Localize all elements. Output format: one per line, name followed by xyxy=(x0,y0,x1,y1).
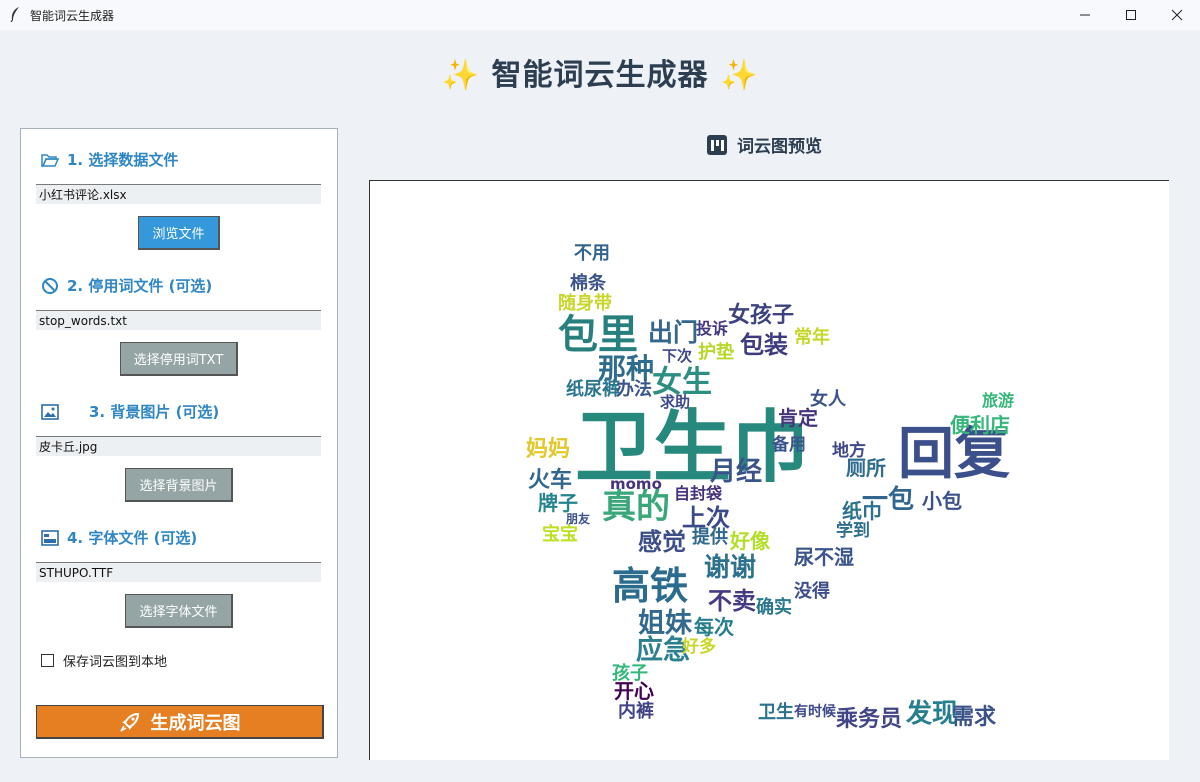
wordcloud-word: 便利店 xyxy=(950,413,1010,437)
select-stopwords-button[interactable]: 选择停用词TXT xyxy=(120,342,238,376)
page-title-text: 智能词云生成器 xyxy=(491,58,709,93)
wordcloud-word: 不卖 xyxy=(708,587,756,615)
font-icon xyxy=(41,529,59,547)
wordcloud-word: 确实 xyxy=(756,597,792,618)
wordcloud-word: 包装 xyxy=(740,331,788,359)
section-label: 1. 选择数据文件 xyxy=(67,151,179,169)
wordcloud-word: 妈妈 xyxy=(526,437,571,462)
wordcloud-word: 好多 xyxy=(682,637,716,657)
wordcloud-word: 纸巾 xyxy=(842,499,882,523)
wordcloud-word: 办法 xyxy=(616,379,652,400)
wordcloud-word: 没得 xyxy=(794,581,830,602)
wordcloud-word: 好像 xyxy=(730,529,770,553)
generate-button[interactable]: 生成词云图 xyxy=(36,705,324,739)
save-option[interactable]: 保存词云图到本地 xyxy=(41,651,167,670)
preview-title-text: 词云图预览 xyxy=(737,137,822,157)
wordcloud-word: momo xyxy=(610,475,662,493)
window-title: 智能词云生成器 xyxy=(30,9,115,23)
minimize-button[interactable] xyxy=(1062,0,1108,30)
section-font-title: 4. 字体文件 (可选) xyxy=(41,527,197,548)
section-background-title: 3. 背景图片 (可选) xyxy=(41,401,219,422)
section-stopwords-title: 2. 停用词文件 (可选) xyxy=(41,275,212,296)
select-background-button[interactable]: 选择背景图片 xyxy=(125,468,233,502)
wordcloud-word: 常年 xyxy=(794,327,830,348)
wordcloud-word: 不用 xyxy=(574,243,610,264)
save-checkbox[interactable] xyxy=(41,654,54,667)
wordcloud-word: 出门 xyxy=(648,318,699,347)
wordcloud-word: 发现 xyxy=(906,699,959,729)
stopwords-file-input[interactable] xyxy=(36,310,321,330)
prohibited-icon xyxy=(41,277,59,295)
wordcloud-word: 随身带 xyxy=(558,293,612,314)
wordcloud-word: 地方 xyxy=(832,441,866,461)
wordcloud-word: 求助 xyxy=(660,393,691,411)
wordcloud-word: 女孩子 xyxy=(728,303,795,328)
wordcloud-word: 学到 xyxy=(836,521,870,541)
wordcloud-word: 开心 xyxy=(614,679,654,703)
wordcloud-word: 护垫 xyxy=(698,342,734,363)
window-titlebar: 智能词云生成器 xyxy=(0,0,1200,30)
wordcloud-word: 朋友 xyxy=(566,512,591,526)
page-title: ✨ 智能词云生成器 ✨ xyxy=(0,50,1200,94)
close-button[interactable] xyxy=(1154,0,1200,30)
wordcloud-word: 备用 xyxy=(772,435,806,455)
maximize-icon xyxy=(1126,10,1136,20)
wordcloud-word: 真的 xyxy=(602,487,670,527)
wordcloud-word: 姐妹 xyxy=(638,608,692,639)
wordcloud-word: 宝宝 xyxy=(542,524,578,545)
wordcloud-word: 乘务员 xyxy=(836,707,903,732)
wordcloud-canvas: 卫生巾 回复 包里 高铁 真的 女生 那种 月经 姐妹 应急 谢谢 感觉 出门 包装 女孩子 发现 需求 乘务员一… xyxy=(369,180,1169,760)
font-file-input[interactable] xyxy=(36,562,321,582)
browse-file-button[interactable]: 浏览文件 xyxy=(138,216,220,250)
wordcloud-word: 需求 xyxy=(952,705,997,730)
wordcloud-word: 火车 xyxy=(528,468,573,493)
wordcloud-word: 每次 xyxy=(694,615,734,639)
folder-open-icon xyxy=(41,151,59,169)
wordcloud-word: 纸尿裤 xyxy=(566,379,620,400)
wordcloud-word: 厕所 xyxy=(846,456,886,480)
wordcloud-word: 谢谢 xyxy=(704,553,757,583)
wordcloud-word: 孩子 xyxy=(612,663,648,684)
wordcloud-word: 高铁 xyxy=(612,564,689,608)
wordcloud-word: 有时候 xyxy=(794,704,836,720)
sparkle-icon: ✨ xyxy=(719,58,759,93)
chart-icon xyxy=(707,134,727,155)
save-option-label: 保存词云图到本地 xyxy=(63,655,168,670)
wordcloud-word: 投诉 xyxy=(696,319,729,338)
preview-title: 词云图预览 xyxy=(706,132,822,157)
wordcloud-word: 尿不湿 xyxy=(794,545,854,569)
section-label: 4. 字体文件 (可选) xyxy=(67,529,198,547)
data-file-input[interactable] xyxy=(36,184,321,204)
feather-icon xyxy=(10,7,19,22)
picture-icon xyxy=(41,403,59,421)
wordcloud-word: 包里 xyxy=(558,312,638,358)
close-icon xyxy=(1171,9,1183,21)
section-data-file-title: 1. 选择数据文件 xyxy=(41,149,178,170)
wordcloud-word: 棉条 xyxy=(570,273,606,294)
wordcloud-word: 卫生 xyxy=(758,702,794,723)
select-font-button[interactable]: 选择字体文件 xyxy=(125,594,233,628)
wordcloud-word: 下次 xyxy=(662,347,693,365)
background-file-input[interactable] xyxy=(36,436,321,456)
wordcloud-word: 女人 xyxy=(810,389,846,410)
section-label: 2. 停用词文件 (可选) xyxy=(67,277,213,295)
wordcloud-word: 内裤 xyxy=(618,701,654,722)
wordcloud-word: 感觉 xyxy=(638,528,686,556)
wordcloud-word: 牌子 xyxy=(538,491,578,515)
sparkle-icon: ✨ xyxy=(441,58,481,93)
minimize-icon xyxy=(1080,14,1090,16)
section-label: 3. 背景图片 (可选) xyxy=(89,403,220,421)
rocket-icon xyxy=(119,712,139,732)
wordcloud-word: 小包 xyxy=(922,489,962,513)
maximize-button[interactable] xyxy=(1108,0,1154,30)
wordcloud-word: 肯定 xyxy=(778,406,818,430)
control-panel: 1. 选择数据文件 浏览文件 2. 停用词文件 (可选) 选择停用词TXT 3.… xyxy=(20,128,338,758)
wordcloud-word: 自封袋 xyxy=(674,484,723,503)
wordcloud-word: 旅游 xyxy=(982,391,1015,410)
generate-button-label: 生成词云图 xyxy=(150,712,241,734)
wordcloud-word: 月经 xyxy=(710,457,763,487)
wordcloud-word: 提供 xyxy=(692,527,728,548)
